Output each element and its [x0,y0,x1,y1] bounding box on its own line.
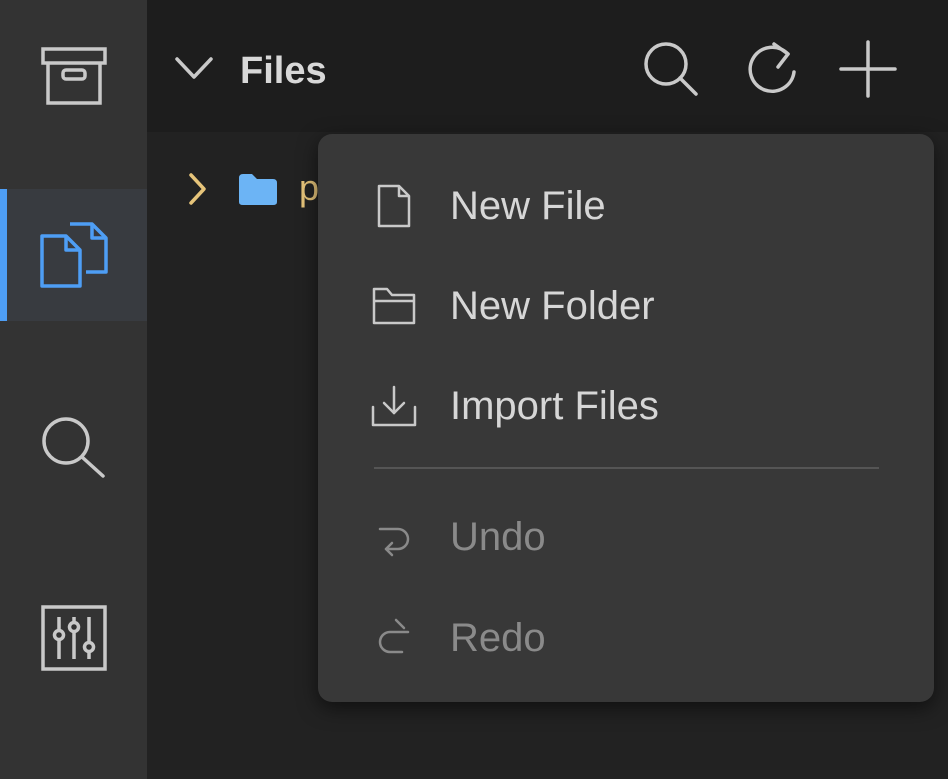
search-files-button[interactable] [638,36,704,102]
menu-item-undo[interactable]: Undo [318,487,934,587]
plus-icon [839,40,897,98]
chevron-down-icon[interactable] [174,54,214,84]
tree-item-label: p [299,167,320,208]
menu-item-label: Import Files [450,384,659,428]
app-window: Files p New File New Folder Import Files… [0,0,948,779]
folder-icon [239,174,277,205]
menu-divider [374,467,879,469]
files-icon [39,222,108,288]
refresh-icon [748,42,796,93]
activity-item-search[interactable] [0,382,147,514]
sliders-icon [40,605,107,671]
add-button[interactable] [835,36,901,102]
refresh-button[interactable] [739,36,805,102]
sidebar-title: Files [240,50,327,92]
search-icon [41,417,105,478]
menu-item-new-folder[interactable]: New Folder [318,256,934,356]
import-icon [371,385,417,427]
activity-item-files[interactable] [0,189,147,321]
activity-item-settings[interactable] [0,572,147,704]
chevron-right-icon[interactable] [187,172,207,206]
menu-item-label: New File [450,184,606,228]
file-icon [377,184,411,228]
menu-item-label: Undo [450,515,546,559]
menu-item-label: New Folder [450,284,655,328]
menu-item-import-files[interactable]: Import Files [318,356,934,456]
menu-item-redo[interactable]: Redo [318,588,934,688]
undo-icon [378,527,410,557]
folder-outline-icon [372,287,416,325]
context-menu: New File New Folder Import Files Undo Re… [318,134,934,702]
redo-icon [378,618,410,654]
archive-icon [40,47,107,105]
search-icon [644,42,698,96]
activity-item-archive[interactable] [0,10,147,142]
menu-item-new-file[interactable]: New File [318,156,934,256]
menu-item-label: Redo [450,616,546,660]
activity-bar [0,0,147,779]
